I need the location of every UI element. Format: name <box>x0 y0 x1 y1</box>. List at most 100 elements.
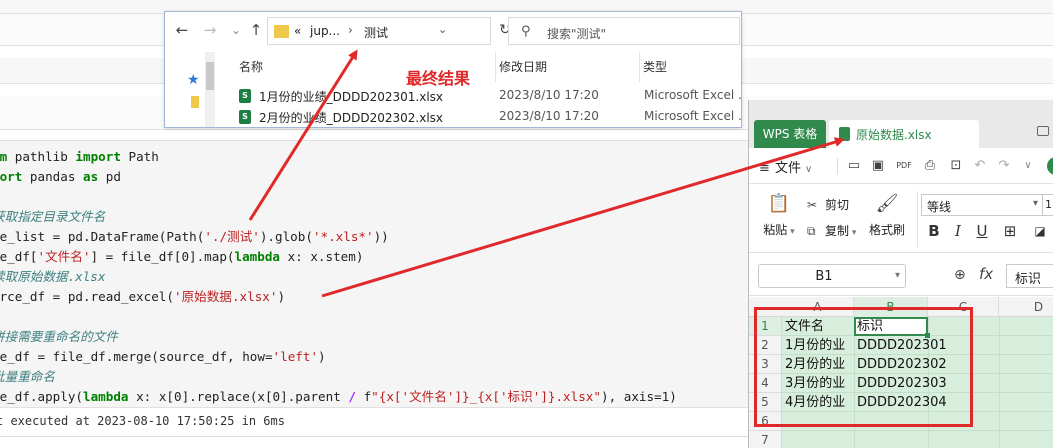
code-token: '原始数据.xlsx' <box>173 289 278 304</box>
nav-folder-icon[interactable] <box>191 96 199 108</box>
gridline <box>999 317 1000 448</box>
export-pdf-icon[interactable]: PDF <box>895 157 913 175</box>
code-token: lambda <box>234 249 281 264</box>
code-token: ]}.xlsx" <box>540 389 601 404</box>
undo-icon[interactable]: ↶ <box>971 157 989 175</box>
nav-scrollbar[interactable] <box>205 52 215 127</box>
excel-file-icon: S <box>239 110 251 124</box>
forward-arrow-icon[interactable]: → <box>201 21 219 39</box>
address-dropdown-icon[interactable]: ⌄ <box>438 23 447 36</box>
more-chevron-icon[interactable]: ∨ <box>1019 157 1037 175</box>
wps-ribbon: 📋 粘贴 ▾ ✂ 剪切 ⧉ 复制 ▾ 🖌 格式刷 等线 ▾ 1 B I U ⊞ ◪ <box>749 185 1053 253</box>
code-token: 批量重命名 <box>0 369 55 384</box>
font-size-select[interactable]: 1 <box>1043 194 1053 216</box>
name-box[interactable]: B1 ▾ <box>758 264 906 288</box>
wps-document-tab[interactable]: 原始数据.xlsx <box>829 120 979 148</box>
code-token: f <box>355 389 372 404</box>
code-token: "{x[ <box>371 389 402 404</box>
formula-input[interactable]: 标识 <box>1006 264 1053 288</box>
code-token: ).glob( <box>259 229 313 244</box>
file-row[interactable]: S 2月份的业绩_DDDD202302.xlsx 2023/8/10 17:20… <box>235 107 742 127</box>
code-line: le_df['文件名'] = file_df[0].map(lambda x: … <box>0 247 677 267</box>
code-token: '文件名' <box>401 389 455 404</box>
wps-title-bar: WPS 表格 原始数据.xlsx <box>749 100 1053 148</box>
code-line: om pathlib import Path <box>0 147 677 167</box>
folder-icon <box>274 25 289 38</box>
print-preview-icon[interactable]: ⊡ <box>947 157 965 175</box>
wps-app-tab[interactable]: WPS 表格 <box>754 120 826 148</box>
save-icon[interactable]: ▣ <box>869 157 887 175</box>
font-name-select[interactable]: 等线 ▾ <box>921 194 1043 216</box>
font-name-value: 等线 <box>927 200 952 214</box>
code-line: urce_df = pd.read_excel('原始数据.xlsx') <box>0 287 677 307</box>
file-menu[interactable]: ≡ 文件 ∨ <box>759 157 812 176</box>
file-explorer-window: ← → ⌄ ↑ « jup... › 测试 ⌄ ↻ ⚲ 搜索"测试" ★ 名称 … <box>164 11 742 128</box>
scrollbar-thumb[interactable] <box>206 62 214 90</box>
code-token: )) <box>373 229 389 244</box>
code-token: '标识' <box>499 389 541 404</box>
code-line: 读取原始数据.xlsx <box>0 267 677 287</box>
open-folder-icon[interactable]: ▭ <box>845 157 863 175</box>
code-token: pandas <box>22 169 84 184</box>
code-editor[interactable]: om pathlib import Pathport pandas as pd … <box>0 147 677 407</box>
formula-bar: B1 ▾ ⊕ fx 标识 <box>749 254 1053 296</box>
address-segment-current[interactable]: 测试 <box>364 24 388 41</box>
search-box[interactable]: ⚲ 搜索"测试" <box>508 17 740 45</box>
print-icon[interactable]: ⎙ <box>921 157 939 175</box>
quick-access-star-icon[interactable]: ★ <box>187 72 200 88</box>
address-segment-parent[interactable]: jup... <box>310 24 340 38</box>
underline-icon[interactable]: U <box>973 221 991 241</box>
copy-button[interactable]: ⧉ 复制 ▾ <box>807 222 856 239</box>
back-arrow-icon[interactable]: ← <box>173 21 191 39</box>
code-line: 批量重命名 <box>0 367 677 387</box>
address-overflow[interactable]: « <box>294 24 301 38</box>
column-header-name[interactable]: 名称 <box>239 58 263 75</box>
border-icon[interactable]: ⊞ <box>1001 221 1019 241</box>
column-separator[interactable] <box>495 52 496 82</box>
code-token: le_df = file_df.merge(source_df, how= <box>0 349 273 364</box>
spreadsheet-file-icon <box>839 127 850 141</box>
up-arrow-icon[interactable]: ↑ <box>247 21 265 39</box>
search-icon: ⚲ <box>521 24 531 39</box>
file-type: Microsoft Excel ... <box>644 109 742 123</box>
zoom-search-icon[interactable]: ⊕ <box>954 267 966 283</box>
code-token: lambda <box>83 389 129 404</box>
chevron-down-icon: ∨ <box>805 164 813 175</box>
ribbon-divider <box>917 191 918 247</box>
paste-button[interactable]: 📋 粘贴 ▾ <box>759 193 799 238</box>
file-type: Microsoft Excel ... <box>644 88 742 102</box>
name-box-value: B1 <box>815 269 833 284</box>
wps-menu-bar: ≡ 文件 ∨ ▭ ▣ PDF ⎙ ⊡ ↶ ↷ ∨ <box>749 148 1053 184</box>
column-header-type[interactable]: 类型 <box>643 58 667 75</box>
file-menu-label: 文件 <box>775 161 802 176</box>
paste-label: 粘贴 <box>763 223 788 237</box>
code-line: le_df = file_df.merge(source_df, how='le… <box>0 347 677 367</box>
code-token: Path <box>120 149 159 164</box>
format-painter-button[interactable]: 🖌 格式刷 <box>867 193 907 238</box>
cut-button[interactable]: ✂ 剪切 <box>807 196 849 213</box>
code-token: 读取原始数据.xlsx <box>0 269 106 284</box>
redo-icon[interactable]: ↷ <box>995 157 1013 175</box>
italic-icon[interactable]: I <box>949 221 967 241</box>
brush-icon: 🖌 <box>875 193 899 214</box>
recent-chevron-icon[interactable]: ⌄ <box>227 21 245 39</box>
code-token: le_df[ <box>0 249 38 264</box>
file-name: 1月份的业绩_DDDD202301.xlsx <box>259 90 444 104</box>
code-token: ), axis=1) <box>600 389 677 404</box>
code-token: urce_df = pd.read_excel( <box>0 289 174 304</box>
bold-icon[interactable]: B <box>925 221 943 241</box>
column-separator[interactable] <box>639 52 640 82</box>
final-result-annotation: 最终结果 <box>406 69 471 88</box>
address-bar[interactable]: « jup... › 测试 ⌄ <box>267 17 491 45</box>
file-name: 2月份的业绩_DDDD202302.xlsx <box>259 111 444 125</box>
fx-icon[interactable]: fx <box>979 265 993 283</box>
file-row[interactable]: S 1月份的业绩_DDDD202301.xlsx 2023/8/10 17:20… <box>235 86 742 107</box>
explorer-nav-bar: ← → ⌄ ↑ « jup... › 测试 ⌄ ↻ ⚲ 搜索"测试" <box>165 12 741 50</box>
code-token: pathlib <box>7 149 76 164</box>
column-header-modified[interactable]: 修改日期 <box>499 58 547 75</box>
column-header-d[interactable]: D <box>999 297 1053 317</box>
chat-icon[interactable] <box>1037 126 1049 136</box>
row-header-7[interactable]: 7 <box>749 431 782 448</box>
address-chevron-icon[interactable]: › <box>348 23 353 37</box>
fill-color-icon[interactable]: ◪ <box>1031 221 1049 241</box>
